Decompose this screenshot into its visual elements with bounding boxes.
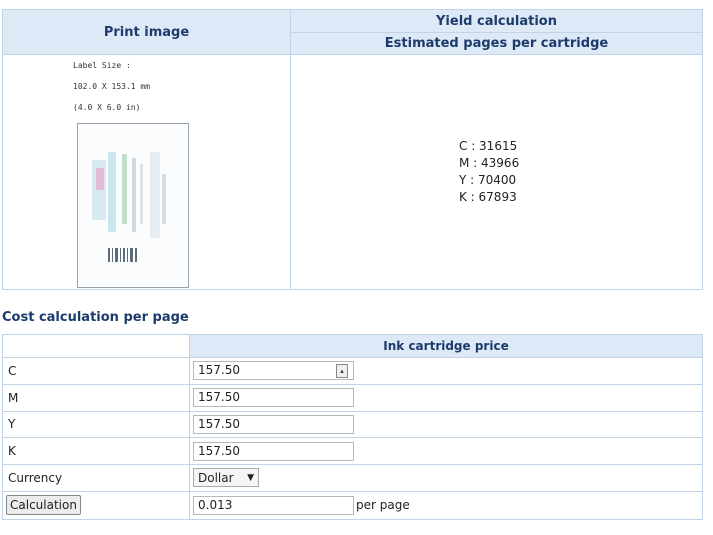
result-value: 0.013 [198, 497, 233, 512]
label-size-title: Label Size : [73, 61, 131, 70]
per-page-label: per page [356, 498, 410, 513]
price-cell-k: 157.50 [189, 437, 703, 466]
yield-table: Print image Yield calculation Estimated … [2, 9, 703, 290]
price-value-c: 157.50 [198, 363, 240, 378]
currency-label: Currency [2, 464, 190, 492]
currency-select[interactable]: Dollar ▼ [193, 468, 259, 488]
cost-section-title: Cost calculation per page [2, 310, 189, 325]
calc-button-cell: Calculation [2, 490, 190, 521]
yield-value-c: C : 31615 [459, 139, 518, 153]
ink-price-header: Ink cartridge price [189, 334, 703, 358]
price-label-m: M [2, 383, 190, 412]
label-preview-image [77, 123, 189, 288]
spinner-icon[interactable]: ▴ [336, 364, 348, 379]
price-input-y[interactable]: 157.50 [193, 414, 354, 434]
calculation-button[interactable]: Calculation [6, 495, 81, 516]
result-field[interactable]: 0.013 [193, 495, 354, 515]
price-label-c: C [2, 357, 190, 385]
yield-values: C : 31615 M : 43966 Y : 70400 K : 67893 [459, 138, 519, 206]
label-preview-graphic [92, 152, 166, 262]
price-cell-m: 157.50 [189, 383, 703, 412]
dropdown-arrow-icon: ▼ [247, 472, 254, 483]
cost-table: Ink cartridge price C 157.50 ▴ M 157.50 … [2, 334, 703, 521]
result-wrap: 0.013 per page [190, 495, 702, 515]
price-value-y: 157.50 [198, 416, 240, 431]
price-value-m: 157.50 [198, 390, 240, 405]
price-input-k[interactable]: 157.50 [193, 441, 354, 461]
currency-cell: Dollar ▼ [189, 464, 703, 492]
label-size-info: Label Size : 102.0 X 153.1 mm (4.0 X 6.0… [73, 59, 150, 122]
yield-value-k: K : 67893 [459, 190, 517, 204]
result-cell: 0.013 per page [189, 490, 703, 521]
price-cell-y: 157.50 [189, 410, 703, 439]
price-label-y: Y [2, 410, 190, 439]
print-image-cell: Label Size : 102.0 X 153.1 mm (4.0 X 6.0… [2, 54, 291, 290]
price-cell-c: 157.50 ▴ [189, 357, 703, 385]
label-size-in: (4.0 X 6.0 in) [73, 103, 141, 112]
estimated-pages-header: Estimated pages per cartridge [290, 32, 703, 55]
price-label-k: K [2, 437, 190, 466]
estimated-pages-cell: C : 31615 M : 43966 Y : 70400 K : 67893 [290, 54, 703, 290]
cost-header-empty [2, 334, 190, 358]
currency-value: Dollar [198, 470, 234, 485]
yield-calculation-header: Yield calculation [290, 9, 703, 33]
print-image-header: Print image [2, 9, 291, 55]
yield-value-m: M : 43966 [459, 156, 520, 170]
label-size-mm: 102.0 X 153.1 mm [73, 82, 151, 91]
price-value-k: 157.50 [198, 443, 240, 458]
yield-value-y: Y : 70400 [459, 173, 517, 187]
price-input-m[interactable]: 157.50 [193, 388, 354, 408]
price-input-c[interactable]: 157.50 ▴ [193, 361, 354, 381]
